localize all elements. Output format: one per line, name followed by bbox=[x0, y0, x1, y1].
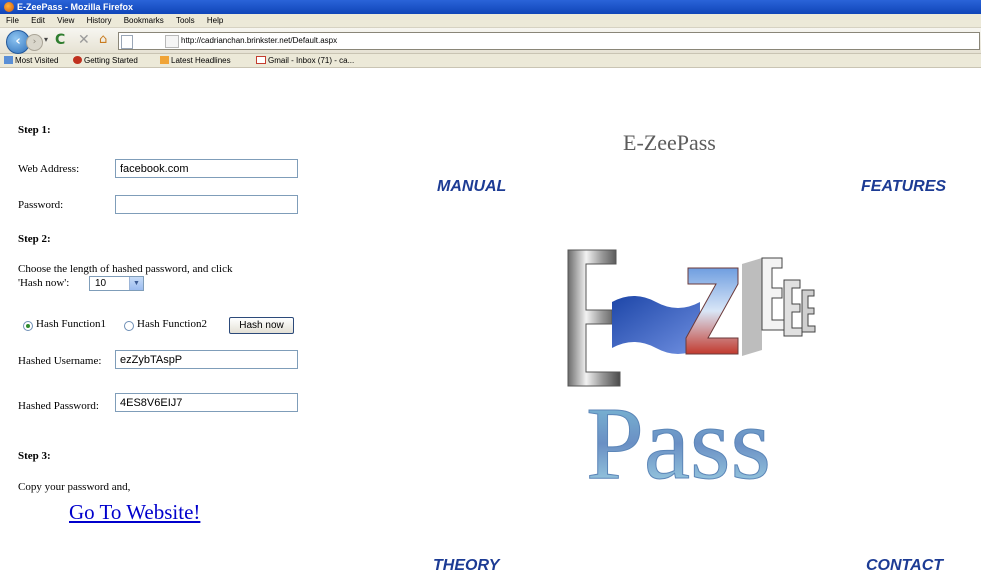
hash-function2-radio[interactable] bbox=[124, 321, 134, 331]
password-input[interactable] bbox=[115, 195, 298, 214]
stop-icon[interactable]: ✕ bbox=[78, 32, 90, 48]
firefox-icon bbox=[4, 2, 14, 12]
address-url[interactable]: http://cadrianchan.brinkster.net/Default… bbox=[181, 33, 337, 49]
menu-view[interactable]: View bbox=[57, 14, 74, 27]
navigation-toolbar: ‹ › ▾ C ✕ ⌂ http://cadrianchan.brinkster… bbox=[0, 28, 981, 54]
length-select[interactable]: 10 ▼ bbox=[89, 276, 144, 291]
menu-history[interactable]: History bbox=[87, 14, 112, 27]
hash-now-button[interactable]: Hash now bbox=[229, 317, 294, 334]
password-label: Password: bbox=[18, 199, 64, 211]
nav-manual-link[interactable]: MANUAL bbox=[437, 178, 506, 196]
bookmarks-toolbar: Most Visited Getting Started Latest Head… bbox=[0, 54, 981, 68]
nav-theory-link[interactable]: THEORY bbox=[433, 557, 499, 575]
menu-tools[interactable]: Tools bbox=[176, 14, 195, 27]
home-icon[interactable]: ⌂ bbox=[99, 32, 107, 47]
site-icon bbox=[165, 35, 179, 48]
nav-contact-link[interactable]: CONTACT bbox=[866, 557, 943, 575]
hash-function1-radio[interactable] bbox=[23, 321, 33, 331]
web-address-label: Web Address: bbox=[18, 163, 80, 175]
menu-bookmarks[interactable]: Bookmarks bbox=[124, 14, 164, 27]
bookmark-getting-started[interactable]: Getting Started bbox=[73, 54, 138, 67]
address-bar[interactable]: http://cadrianchan.brinkster.net/Default… bbox=[118, 32, 980, 50]
chevron-down-icon[interactable]: ▼ bbox=[129, 277, 143, 290]
length-instruction: Choose the length of hashed password, an… bbox=[18, 263, 233, 275]
window-title: E-ZeePass - Mozilla Firefox bbox=[17, 2, 134, 12]
page-title: E-ZeePass bbox=[623, 130, 716, 155]
hash-function2-label[interactable]: Hash Function2 bbox=[137, 318, 207, 330]
hashed-password-label: Hashed Password: bbox=[18, 400, 99, 412]
hashed-username-field[interactable]: ezZybTAspP bbox=[115, 350, 298, 369]
step1-heading: Step 1: bbox=[18, 124, 51, 136]
bookmark-gmail[interactable]: Gmail - Inbox (71) - ca... bbox=[256, 54, 354, 67]
hashed-password-field[interactable]: 4ES8V6EIJ7 bbox=[115, 393, 298, 412]
menu-file[interactable]: File bbox=[6, 14, 19, 27]
bookmark-label: Getting Started bbox=[84, 56, 138, 65]
hashed-username-label: Hashed Username: bbox=[18, 355, 102, 367]
rss-feed-icon bbox=[160, 56, 169, 64]
history-dropdown-icon[interactable]: ▾ bbox=[44, 35, 48, 44]
length-select-value: 10 bbox=[95, 278, 107, 289]
step2-heading: Step 2: bbox=[18, 233, 51, 245]
forward-button[interactable]: › bbox=[26, 34, 43, 51]
gmail-icon bbox=[256, 56, 266, 64]
window-titlebar: E-ZeePass - Mozilla Firefox bbox=[0, 0, 981, 14]
menu-help[interactable]: Help bbox=[207, 14, 223, 27]
logo-pass-text: Pass bbox=[586, 386, 771, 488]
bookmark-label: Gmail - Inbox (71) - ca... bbox=[268, 56, 355, 65]
go-to-website-link[interactable]: Go To Website! bbox=[69, 500, 200, 525]
reload-icon[interactable]: C bbox=[55, 32, 65, 48]
bookmark-label: Latest Headlines bbox=[171, 56, 231, 65]
ezeepass-logo: Pass bbox=[567, 249, 816, 488]
bookmark-latest-headlines[interactable]: Latest Headlines bbox=[160, 54, 231, 67]
hash-now-instruction: 'Hash now': bbox=[18, 277, 70, 289]
bookmark-label: Most Visited bbox=[15, 56, 59, 65]
web-address-input[interactable]: facebook.com bbox=[115, 159, 298, 178]
copy-instruction: Copy your password and, bbox=[18, 481, 131, 493]
hash-function1-label[interactable]: Hash Function1 bbox=[36, 318, 106, 330]
nav-features-link[interactable]: FEATURES bbox=[861, 178, 946, 196]
menu-bar: File Edit View History Bookmarks Tools H… bbox=[0, 14, 981, 28]
getting-started-icon bbox=[73, 56, 82, 64]
menu-edit[interactable]: Edit bbox=[31, 14, 45, 27]
bookmark-most-visited[interactable]: Most Visited bbox=[4, 54, 58, 67]
most-visited-icon bbox=[4, 56, 13, 64]
step3-heading: Step 3: bbox=[18, 450, 51, 462]
page-icon bbox=[121, 35, 133, 49]
